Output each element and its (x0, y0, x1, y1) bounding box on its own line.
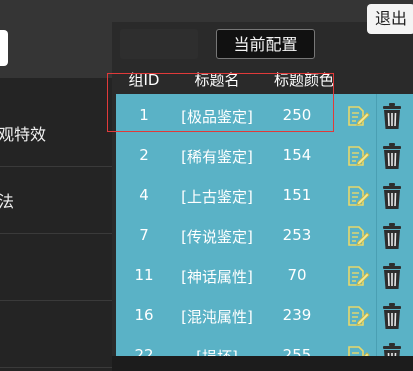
column-header-name: 标题名 (194, 71, 240, 89)
title-table: 1 [极品鉴定] 250 2 [稀有鉴定] 154 4 [上古鉴定] 151 7 [传说鉴定] 253… (116, 94, 413, 356)
table-row[interactable]: 4 [上古鉴定] 151 (116, 176, 413, 216)
sidebar-item-label: 法 (0, 192, 15, 211)
sidebar-item-2[interactable]: 法 (0, 167, 112, 234)
trash-icon[interactable] (380, 182, 404, 210)
sidebar: 观特效 法 (0, 0, 112, 371)
trash-icon[interactable] (380, 102, 404, 130)
table-row[interactable]: 2 [稀有鉴定] 154 (116, 136, 413, 176)
table-row[interactable]: 11 [神话属性] 70 (116, 256, 413, 296)
cell-title-color: 250 (282, 106, 312, 124)
edit-icon[interactable] (346, 184, 370, 208)
column-header-color: 标题颜色 (273, 71, 334, 89)
cell-title-name: [上古鉴定] (181, 188, 253, 206)
cell-title-color: 253 (282, 226, 312, 244)
trash-icon[interactable] (380, 262, 404, 290)
edit-icon[interactable] (346, 224, 370, 248)
cell-title-color: 239 (282, 306, 312, 324)
cell-title-color: 255 (282, 346, 312, 356)
cell-title-color: 70 (287, 266, 307, 284)
sidebar-item-4[interactable] (0, 301, 112, 368)
column-header-id: 组ID (128, 71, 160, 89)
cell-title-name: [混沌属性] (181, 308, 253, 326)
edit-icon[interactable] (346, 304, 370, 328)
trash-icon[interactable] (380, 342, 404, 356)
edit-icon[interactable] (346, 104, 370, 128)
table-row[interactable]: 22 [损坏] 255 (116, 336, 413, 356)
table-divider (376, 94, 377, 356)
logout-button[interactable]: 退出 (367, 4, 413, 34)
cell-group-id: 11 (134, 266, 154, 284)
cell-title-name: [稀有鉴定] (181, 148, 253, 166)
sidebar-search-box[interactable] (0, 30, 8, 66)
trash-icon[interactable] (380, 222, 404, 250)
sidebar-header (0, 0, 112, 78)
cell-title-color: 151 (282, 186, 312, 204)
trash-icon[interactable] (380, 302, 404, 330)
hidden-button[interactable] (120, 29, 198, 59)
cell-title-name: [神话属性] (181, 268, 253, 286)
table-row[interactable]: 16 [混沌属性] 239 (116, 296, 413, 336)
cell-group-id: 4 (139, 186, 149, 204)
cell-group-id: 16 (134, 306, 154, 324)
sidebar-item-label: 观特效 (0, 125, 47, 144)
cell-title-color: 154 (282, 146, 312, 164)
edit-icon[interactable] (346, 264, 370, 288)
table-row[interactable]: 1 [极品鉴定] 250 (116, 96, 413, 136)
current-config-button[interactable]: 当前配置 (216, 29, 315, 59)
trash-icon[interactable] (380, 142, 404, 170)
cell-title-name: [损坏] (172, 346, 262, 356)
edit-icon[interactable] (346, 144, 370, 168)
cell-group-id: 1 (139, 106, 149, 124)
cell-title-name: [传说鉴定] (181, 228, 253, 246)
sidebar-item-3[interactable] (0, 234, 112, 301)
horizontal-scrollbar[interactable] (112, 356, 413, 371)
cell-group-id: 7 (139, 226, 149, 244)
edit-icon[interactable] (346, 344, 370, 356)
cell-group-id: 22 (134, 346, 154, 356)
cell-title-name: [极品鉴定] (181, 108, 253, 126)
table-row[interactable]: 7 [传说鉴定] 253 (116, 216, 413, 256)
cell-group-id: 2 (139, 146, 149, 164)
sidebar-item-effects[interactable]: 观特效 (0, 100, 112, 167)
